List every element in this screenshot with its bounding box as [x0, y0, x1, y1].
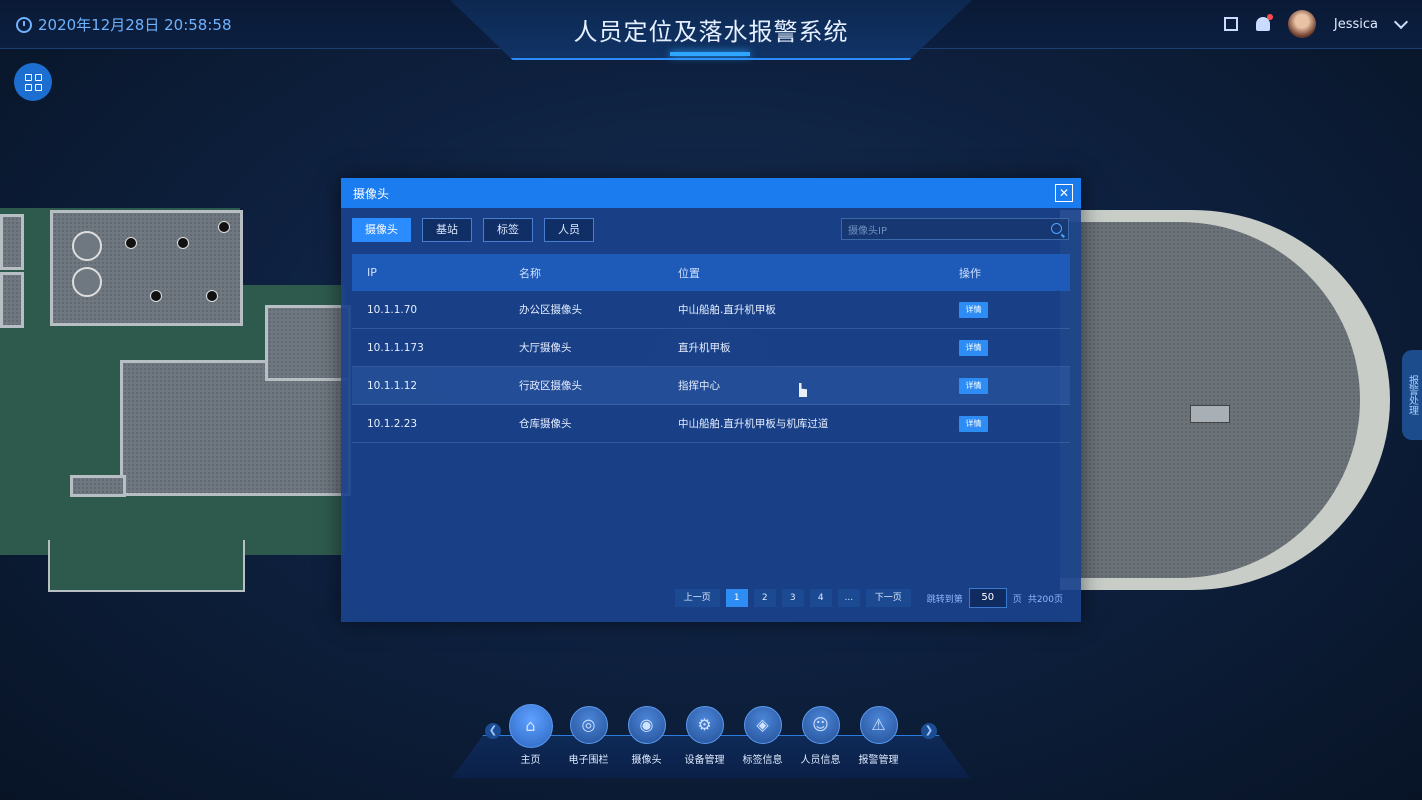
pillar-marker [125, 237, 137, 249]
tab-base-station[interactable]: 基站 [422, 218, 472, 242]
cell-location: 指挥中心 [678, 380, 720, 392]
avatar[interactable] [1287, 10, 1316, 38]
cell-name: 办公区摄像头 [519, 304, 582, 316]
nav-label: 报警管理 [858, 755, 899, 766]
page-title: 人员定位及落水报警系统 [573, 18, 849, 46]
nav-label: 摄像头 [631, 755, 662, 766]
cell-location: 中山船舶.直升机甲板 [678, 304, 776, 316]
gear-icon: ⚙ [697, 715, 712, 734]
pillar-marker [150, 290, 162, 302]
grid-icon [24, 73, 42, 91]
prev-page-button[interactable]: 上一页 [674, 589, 720, 607]
search-icon[interactable] [1051, 223, 1062, 234]
close-icon[interactable]: ✕ [1055, 184, 1073, 202]
detail-button[interactable]: 详情 [959, 339, 988, 356]
floor-plan-room [70, 475, 126, 497]
nav-item-home[interactable]: ⌂ 主页 [508, 704, 553, 766]
nav-next-arrow[interactable]: ❯ [921, 723, 937, 739]
nav-item-people[interactable]: ☺ 人员信息 [800, 706, 841, 766]
column-header-action: 操作 [959, 266, 981, 280]
table-row: 10.1.1.173 大厅摄像头 直升机甲板 详情 [352, 329, 1070, 367]
dialog-header: 摄像头 ✕ [341, 178, 1081, 208]
detail-button[interactable]: 详情 [959, 301, 988, 318]
column-header-ip: IP [367, 266, 377, 279]
table-row: 10.1.1.70 办公区摄像头 中山船舶.直升机甲板 详情 [352, 291, 1070, 329]
nav-label: 人员信息 [800, 755, 841, 766]
cell-location: 直升机甲板 [678, 342, 731, 354]
nav-item-fence[interactable]: ◎ 电子围栏 [568, 706, 609, 766]
alarm-handling-tab[interactable]: 报警处理 [1402, 350, 1422, 440]
total-pages-label: 共200页 [1027, 594, 1063, 605]
tag-icon: ◈ [756, 715, 769, 734]
nav-label: 标签信息 [742, 755, 783, 766]
detail-button[interactable]: 详情 [959, 377, 988, 394]
jump-page-input[interactable]: 50 [968, 588, 1007, 608]
tank-marker [72, 267, 102, 297]
search-input[interactable] [842, 220, 1040, 243]
search-box [841, 218, 1069, 243]
camera-dialog: 摄像头 ✕ 摄像头 基站 标签 人员 IP 名称 位置 操作 10.1.1.70… [341, 178, 1081, 622]
username[interactable]: Jessica [1334, 17, 1378, 32]
nav-prev-arrow[interactable]: ❮ [485, 723, 501, 739]
nav-item-device[interactable]: ⚙ 设备管理 [684, 706, 725, 766]
table-header: IP 名称 位置 操作 [352, 254, 1070, 291]
column-header-location: 位置 [678, 266, 700, 280]
cell-name: 仓库摄像头 [519, 418, 572, 430]
floor-plan-area [48, 540, 245, 592]
detail-button[interactable]: 详情 [959, 415, 988, 432]
cell-location: 中山船舶.直升机甲板与机库过道 [678, 418, 829, 430]
dialog-title: 摄像头 [353, 186, 390, 201]
camera-icon: ◉ [639, 715, 654, 734]
column-header-name: 名称 [519, 266, 541, 280]
fullscreen-icon[interactable] [1223, 17, 1238, 31]
page-button-3[interactable]: 3 [781, 589, 804, 607]
pagination: 上一页 1 2 3 4 ... 下一页 跳转到第 50 页 共200页 [674, 588, 1063, 608]
home-icon: ⌂ [525, 716, 536, 735]
people-icon: ☺ [812, 715, 829, 734]
floor-plan-room [0, 214, 24, 270]
chevron-down-icon[interactable] [1393, 14, 1409, 29]
cell-ip: 10.1.2.23 [367, 417, 418, 430]
pillar-marker [218, 221, 230, 233]
tab-tag[interactable]: 标签 [483, 218, 533, 242]
tab-camera[interactable]: 摄像头 [352, 218, 411, 242]
cell-ip: 10.1.1.173 [367, 341, 424, 354]
cell-name: 行政区摄像头 [519, 380, 582, 392]
tank-marker [72, 231, 102, 261]
ship-marker [1190, 405, 1230, 423]
dialog-tabs: 摄像头 基站 标签 人员 [352, 218, 594, 242]
pillar-marker [206, 290, 218, 302]
header-actions: Jessica [1223, 10, 1409, 38]
menu-grid-button[interactable] [14, 63, 52, 101]
next-page-button[interactable]: 下一页 [865, 589, 911, 607]
page-ellipsis[interactable]: ... [837, 589, 860, 607]
page-button-2[interactable]: 2 [753, 589, 776, 607]
floor-plan-room [265, 305, 351, 381]
page-button-4[interactable]: 4 [809, 589, 832, 607]
pillar-marker [177, 237, 189, 249]
alarm-icon: ⚠ [871, 715, 886, 734]
cell-name: 大厅摄像头 [519, 342, 572, 354]
camera-table: IP 名称 位置 操作 10.1.1.70 办公区摄像头 中山船舶.直升机甲板 … [352, 254, 1070, 443]
nav-label: 设备管理 [684, 755, 725, 766]
table-row: 10.1.2.23 仓库摄像头 中山船舶.直升机甲板与机库过道 详情 [352, 405, 1070, 443]
floor-plan-room [0, 272, 24, 328]
nav-item-alarm[interactable]: ⚠ 报警管理 [858, 706, 899, 766]
table-row: 10.1.1.12 行政区摄像头 指挥中心 详情 [352, 367, 1070, 405]
nav-label: 主页 [520, 755, 541, 766]
bell-icon[interactable] [1255, 14, 1273, 31]
page-button-1[interactable]: 1 [725, 589, 748, 607]
fence-icon: ◎ [581, 715, 596, 734]
page-unit-label: 页 [1012, 594, 1022, 605]
jump-label: 跳转到第 [926, 594, 963, 605]
cell-ip: 10.1.1.12 [367, 379, 418, 392]
title-glow [670, 52, 750, 56]
nav-item-tag[interactable]: ◈ 标签信息 [742, 706, 783, 766]
tab-personnel[interactable]: 人员 [544, 218, 594, 242]
nav-label: 电子围栏 [568, 755, 609, 766]
cell-ip: 10.1.1.70 [367, 303, 418, 316]
bottom-nav: ⌂ 主页 ◎ 电子围栏 ◉ 摄像头 ⚙ 设备管理 ◈ 标签信息 ☺ 人员信息 ⚠… [508, 704, 899, 766]
nav-item-camera[interactable]: ◉ 摄像头 [626, 706, 667, 766]
